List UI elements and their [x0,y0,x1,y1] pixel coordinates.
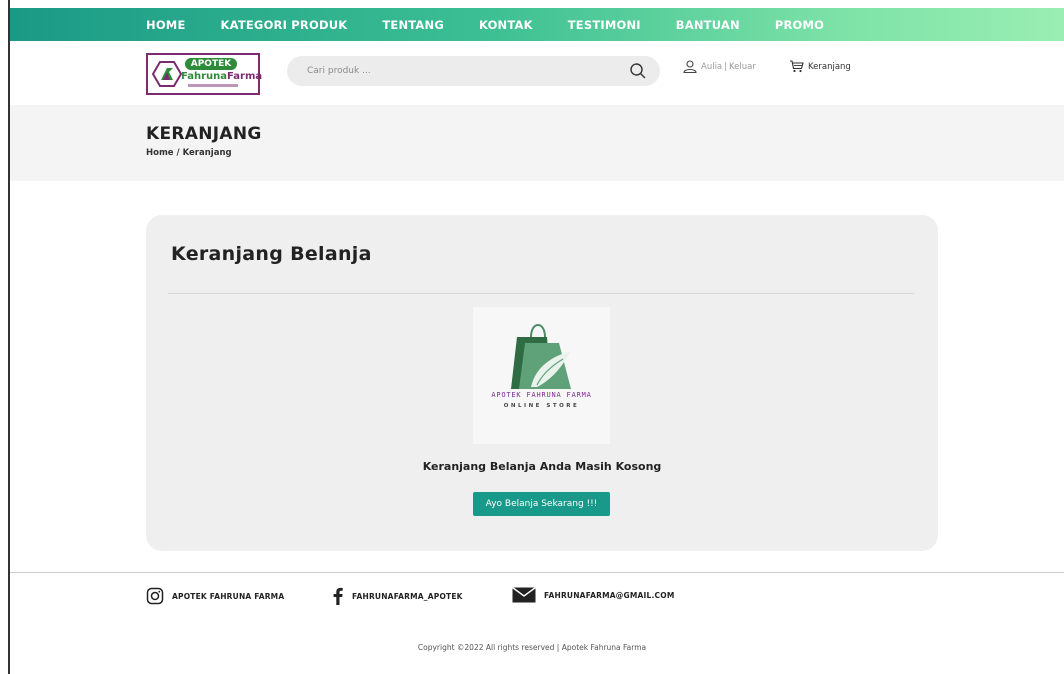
search-icon[interactable] [629,62,647,80]
store-logo-name: APOTEK FAHRUNA FARMA [491,391,592,399]
logo-tagline-line [188,84,238,87]
user-menu: Aulia | Keluar [683,60,756,73]
top-nav: HOME KATEGORI PRODUK TENTANG KONTAK TEST… [10,8,1064,41]
logo-badge: APOTEK [185,58,237,70]
logo-brand: FahrunaFarma [181,71,262,82]
logo-mark-icon [152,61,182,87]
breadcrumb: Home / Keranjang [146,148,232,158]
nav-tentang[interactable]: TENTANG [382,18,444,32]
cart-card: Keranjang Belanja APOTEK FAHRUNA FARMA O… [146,215,938,551]
instagram-icon [146,587,164,605]
copyright-text: Copyright ©2022 All rights reserved | Ap… [417,643,647,652]
search-bar [287,56,660,86]
user-separator: | [724,61,728,72]
logo-brand-part1: Fahruna [181,71,228,82]
nav-bantuan[interactable]: BANTUAN [676,18,740,32]
logout-link[interactable]: Keluar [729,62,756,72]
empty-cart-message: Keranjang Belanja Anda Masih Kosong [422,460,662,473]
facebook-label: FAHRUNAFARMA_APOTEK [352,591,463,601]
site-header: APOTEK FahrunaFarma Aulia | Keluar Keran… [10,41,1064,105]
shopping-bag-icon [511,324,571,389]
user-icon [683,60,697,73]
facebook-icon [333,587,343,605]
cart-icon [790,60,804,73]
breadcrumb-separator: / [173,148,183,158]
start-shopping-button[interactable]: Ayo Belanja Sekarang !!! [473,492,610,516]
cart-link[interactable]: Keranjang [789,60,851,73]
cart-label: Keranjang [808,61,851,72]
nav-promo[interactable]: PROMO [775,18,824,32]
email-label: FAHRUNAFARMA@GMAIL.COM [544,590,675,600]
footer-divider [10,572,1064,573]
footer-facebook-link[interactable]: FAHRUNAFARMA_APOTEK [332,587,463,605]
user-name[interactable]: Aulia [701,62,722,72]
page-title-band: KERANJANG Home / Keranjang [10,105,1064,181]
page-title: KERANJANG [146,124,262,144]
footer-email-link[interactable]: FAHRUNAFARMA@GMAIL.COM [512,587,675,603]
breadcrumb-home[interactable]: Home [146,148,174,158]
nav-home[interactable]: HOME [146,18,186,32]
nav-testimoni[interactable]: TESTIMONI [568,18,641,32]
mail-icon [512,587,536,603]
site-logo[interactable]: APOTEK FahrunaFarma [146,53,262,95]
cart-heading: Keranjang Belanja [171,243,372,265]
search-input[interactable] [287,56,617,86]
cart-divider [168,293,914,294]
breadcrumb-current: Keranjang [182,148,232,158]
footer-instagram-link[interactable]: APOTEK FAHRUNA FARMA [146,587,284,605]
store-logo-image: APOTEK FAHRUNA FARMA ONLINE STORE [473,307,610,444]
store-logo-subtitle: ONLINE STORE [503,403,580,409]
nav-kategori-produk[interactable]: KATEGORI PRODUK [221,18,348,32]
nav-kontak[interactable]: KONTAK [479,18,533,32]
instagram-label: APOTEK FAHRUNA FARMA [172,591,285,601]
logo-brand-part2: Farma [227,71,263,82]
